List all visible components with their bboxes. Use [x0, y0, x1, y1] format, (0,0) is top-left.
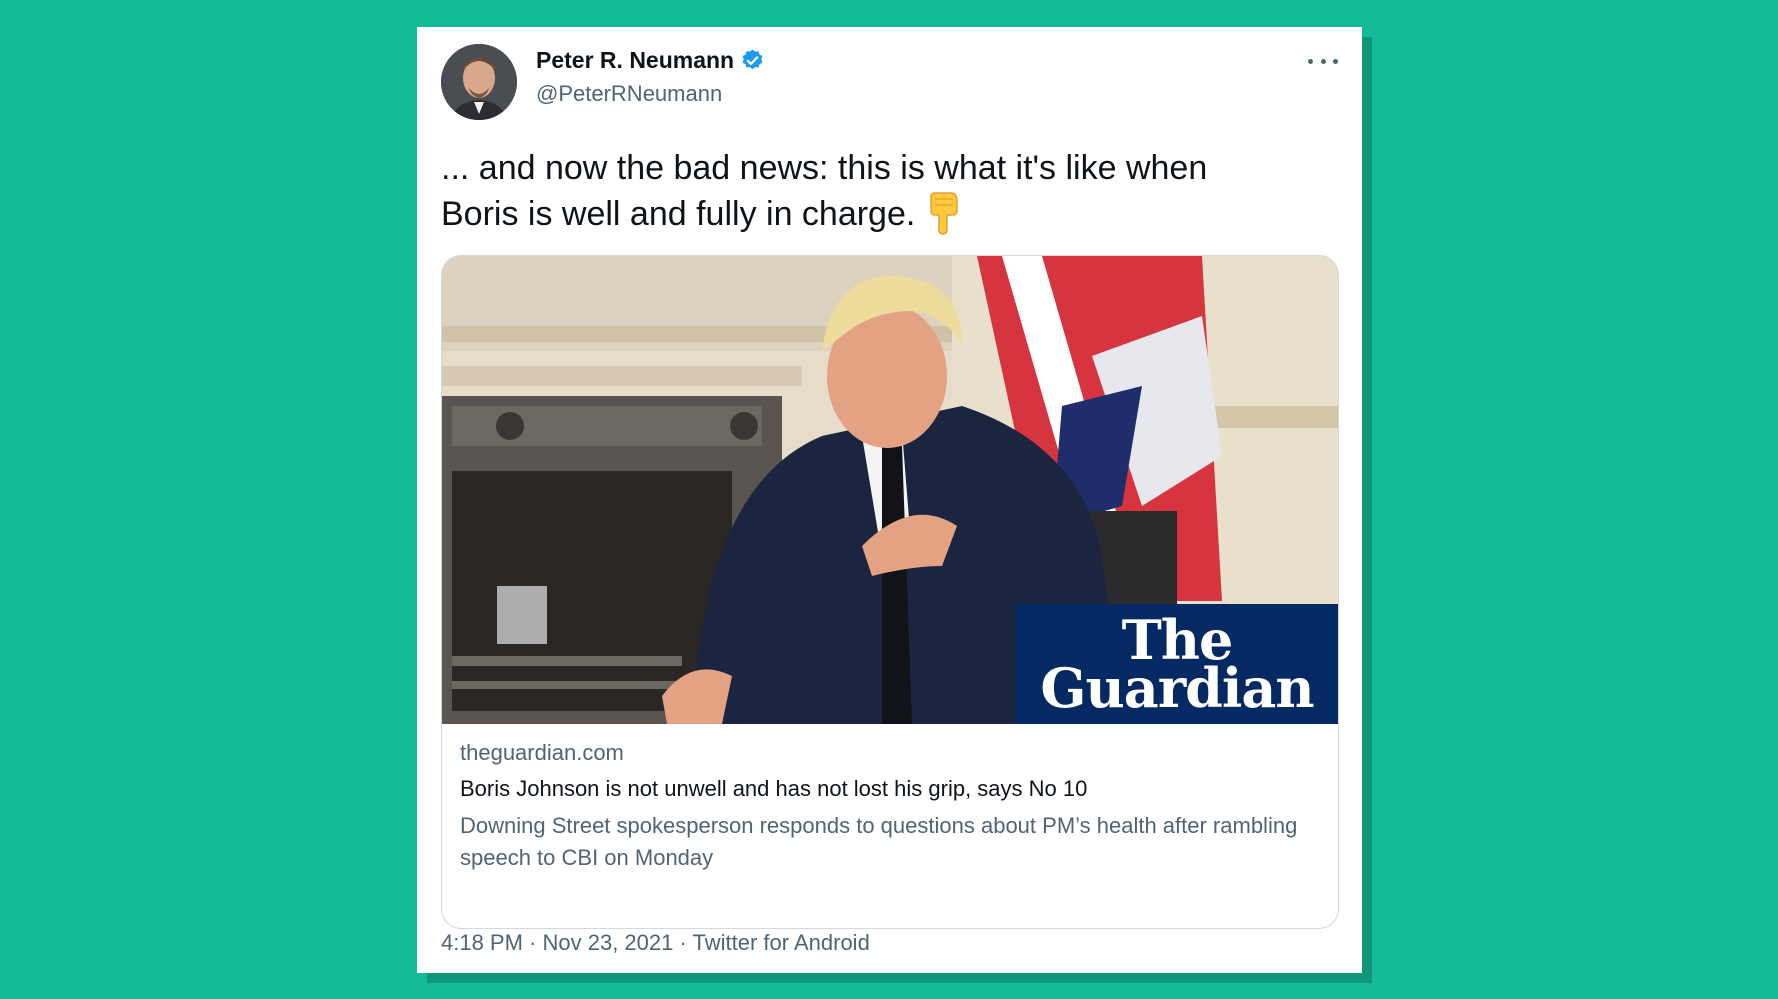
guardian-logo: The Guardian [1016, 604, 1338, 724]
tweet-text-line-1: ... and now the bad news: this is what i… [441, 149, 1208, 187]
link-domain[interactable]: theguardian.com [460, 740, 1320, 766]
verified-badge-icon [740, 48, 765, 73]
author-handle[interactable]: @PeterRNeumann [536, 81, 722, 107]
author-name[interactable]: Peter R. Neumann [536, 47, 734, 74]
tweet-card: Peter R. Neumann @PeterRNeumann ... and … [417, 27, 1362, 973]
tweet-timestamp[interactable]: 4:18 PM · Nov 23, 2021 · Twitter for And… [441, 930, 870, 956]
link-preview-card[interactable]: The Guardian theguardian.com Boris Johns… [441, 255, 1339, 929]
guardian-logo-line-2: Guardian [1040, 656, 1314, 720]
tweet-text: ... and now the bad news: this is what i… [441, 145, 1321, 237]
link-card-text[interactable]: theguardian.com Boris Johnson is not unw… [460, 740, 1320, 874]
link-headline[interactable]: Boris Johnson is not unwell and has not … [460, 776, 1320, 802]
more-options-icon[interactable] [1308, 51, 1338, 71]
pointing-down-emoji-icon [925, 191, 961, 235]
avatar[interactable] [441, 44, 517, 120]
link-description[interactable]: Downing Street spokesperson responds to … [460, 810, 1320, 874]
tweet-text-line-2: Boris is well and fully in charge. [441, 195, 916, 233]
author-name-row[interactable]: Peter R. Neumann [536, 47, 765, 74]
